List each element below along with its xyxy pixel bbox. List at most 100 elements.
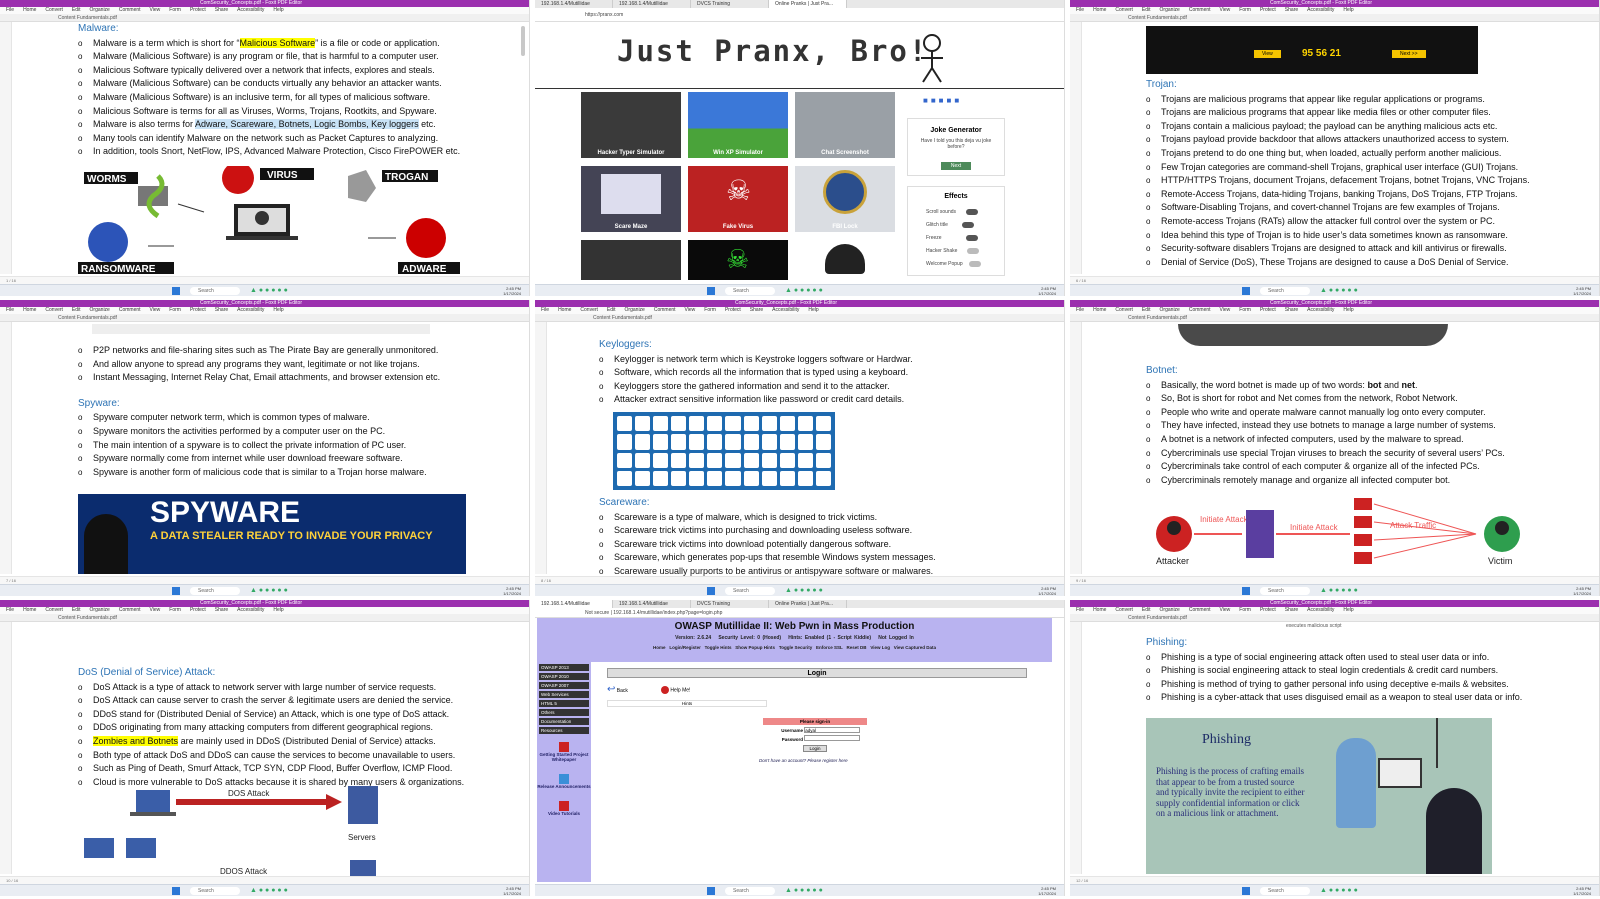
getting-started-link[interactable]: Getting Started Project Whitepaper: [537, 742, 591, 762]
nav-enforce-ssl[interactable]: Enforce SSL: [816, 645, 843, 650]
password-input[interactable]: [804, 735, 861, 741]
taskbar-search[interactable]: Search: [1260, 287, 1310, 295]
browser-tab[interactable]: DVCS Training: [691, 600, 769, 608]
browser-tab-active[interactable]: 192.168.1.4/Mutillidae: [535, 600, 613, 608]
menu-accessibility[interactable]: Accessibility: [237, 7, 264, 13]
help-me-link[interactable]: Help Me!: [661, 686, 690, 694]
taskbar-apps[interactable]: ▲ ● ● ● ● ●: [1320, 287, 1358, 295]
tile-fbi-lock[interactable]: FBI Lock: [795, 166, 895, 232]
taskbar-apps[interactable]: ▲ ● ● ● ● ●: [785, 587, 823, 595]
menu-form[interactable]: Form: [169, 7, 181, 13]
nav-view-log[interactable]: View Log: [870, 645, 890, 650]
start-button[interactable]: [172, 587, 180, 595]
nav-reset-db[interactable]: Reset DB: [847, 645, 867, 650]
menu-file[interactable]: File: [6, 7, 14, 13]
browser-tab[interactable]: 192.168.1.4/Mutillidae: [535, 0, 613, 8]
taskbar-search[interactable]: Search: [1260, 587, 1310, 595]
menu-share[interactable]: Share: [215, 7, 228, 13]
effect-hacker-shake[interactable]: Hacker Shake: [926, 245, 1004, 258]
release-announcements-link[interactable]: Release Announcements: [537, 774, 591, 789]
taskbar-apps[interactable]: ▲ ● ● ● ● ●: [1320, 587, 1358, 595]
register-link[interactable]: Don't have an account? Please register h…: [759, 758, 848, 763]
start-button[interactable]: [1242, 587, 1250, 595]
menu-protect[interactable]: Protect: [190, 7, 206, 13]
address-bar[interactable]: https://pranx.com: [535, 8, 1064, 22]
effect-glitch-title[interactable]: Glitch title: [926, 219, 1004, 232]
side-documentation[interactable]: Documentation: [539, 718, 589, 725]
document-tab[interactable]: Content Fundamentals.pdf: [1070, 14, 1599, 22]
browser-tab-active[interactable]: Online Pranks | Just Pra...: [769, 0, 847, 8]
taskbar-apps[interactable]: ▲ ● ● ● ● ●: [785, 287, 823, 295]
tile-scare-maze[interactable]: Scare Maze: [581, 166, 681, 232]
start-button[interactable]: [172, 887, 180, 895]
effect-freeze[interactable]: Freeze: [926, 232, 1004, 245]
start-button[interactable]: [707, 887, 715, 895]
tile-fake-virus[interactable]: ☠ Fake Virus: [688, 166, 788, 232]
menu-convert[interactable]: Convert: [45, 7, 63, 13]
taskbar-apps[interactable]: ▲ ● ● ● ● ●: [250, 287, 288, 295]
start-button[interactable]: [1242, 887, 1250, 895]
nav-home[interactable]: Home: [653, 645, 666, 650]
taskbar-search[interactable]: Search: [725, 287, 775, 295]
menu-organize[interactable]: Organize: [90, 7, 110, 13]
next-joke-button[interactable]: Next: [940, 162, 972, 170]
taskbar-apps[interactable]: ▲ ● ● ● ● ●: [250, 887, 288, 895]
side-html5[interactable]: HTML 5: [539, 700, 589, 707]
taskbar-apps[interactable]: ▲ ● ● ● ● ●: [785, 887, 823, 895]
tile-win-xp[interactable]: Win XP Simulator: [688, 92, 788, 158]
tile-green-skull[interactable]: ☠: [688, 240, 788, 280]
effect-scroll-sounds[interactable]: Scroll sounds: [926, 206, 1004, 219]
start-button[interactable]: [1242, 287, 1250, 295]
effect-welcome-popup[interactable]: Welcome Popup: [926, 258, 1004, 271]
next-button[interactable]: Next >>: [1392, 50, 1426, 58]
side-web-services[interactable]: Web Services: [539, 691, 589, 698]
taskbar-search[interactable]: Search: [725, 887, 775, 895]
nav-toggle-security[interactable]: Toggle Security: [779, 645, 812, 650]
tile-hacker-typer[interactable]: Hacker Typer Simulator: [581, 92, 681, 158]
taskbar-search[interactable]: Search: [1260, 887, 1310, 895]
back-link[interactable]: ↩ Back: [607, 684, 628, 695]
login-button[interactable]: Login: [803, 745, 827, 752]
hints-bar[interactable]: Hints: [607, 700, 767, 707]
menu-view[interactable]: View: [150, 7, 161, 13]
browser-tab[interactable]: 192.168.1.4/Mutillidae: [613, 0, 691, 8]
taskbar-apps[interactable]: ▲ ● ● ● ● ●: [250, 587, 288, 595]
nav-login-register[interactable]: Login/Register: [669, 645, 701, 650]
username-input[interactable]: adyal: [804, 727, 861, 733]
view-button[interactable]: View: [1254, 50, 1281, 58]
side-owasp-2007[interactable]: OWASP 2007: [539, 682, 589, 689]
scrollbar[interactable]: [521, 26, 525, 56]
tile-hacker-hat[interactable]: [795, 240, 895, 280]
document-tab[interactable]: Content Fundamentals.pdf: [0, 314, 529, 322]
address-bar[interactable]: Not secure | 192.168.1.4/mutillidae/inde…: [535, 608, 1064, 618]
tile-cracked-screen[interactable]: [581, 240, 681, 280]
document-tab[interactable]: Content Fundamentals.pdf: [0, 614, 529, 622]
tile-chat-screenshot[interactable]: Chat Screenshot: [795, 92, 895, 158]
taskbar-search[interactable]: Search: [725, 587, 775, 595]
document-tab[interactable]: Content Fundamentals.pdf: [535, 314, 1064, 322]
taskbar-search[interactable]: Search: [190, 587, 240, 595]
side-owasp-2013[interactable]: OWASP 2013: [539, 664, 589, 671]
share-icons[interactable]: ■■■■■: [923, 96, 962, 105]
menu-comment[interactable]: Comment: [119, 7, 141, 13]
nav-toggle-hints[interactable]: Toggle Hints: [705, 645, 732, 650]
browser-tab[interactable]: Online Pranks | Just Pra...: [769, 600, 847, 608]
menu-help[interactable]: Help: [273, 7, 283, 13]
taskbar-search[interactable]: Search: [190, 887, 240, 895]
side-owasp-2010[interactable]: OWASP 2010: [539, 673, 589, 680]
menu-home[interactable]: Home: [23, 7, 36, 13]
start-button[interactable]: [172, 287, 180, 295]
taskbar-search[interactable]: Search: [190, 287, 240, 295]
side-others[interactable]: Others: [539, 709, 589, 716]
nav-view-captured-data[interactable]: View Captured Data: [894, 645, 936, 650]
menu-edit[interactable]: Edit: [72, 7, 81, 13]
nav-show-popup-hints[interactable]: Show Popup Hints: [735, 645, 775, 650]
document-tab[interactable]: Content Fundamentals.pdf: [1070, 614, 1599, 622]
video-tutorials-link[interactable]: Video Tutorials: [537, 801, 591, 816]
document-tab[interactable]: Content Fundamentals.pdf: [0, 14, 529, 22]
browser-tab[interactable]: DVCS Training: [691, 0, 769, 8]
browser-tab[interactable]: 192.168.1.4/Mutillidae: [613, 600, 691, 608]
taskbar-apps[interactable]: ▲ ● ● ● ● ●: [1320, 887, 1358, 895]
start-button[interactable]: [707, 287, 715, 295]
start-button[interactable]: [707, 587, 715, 595]
